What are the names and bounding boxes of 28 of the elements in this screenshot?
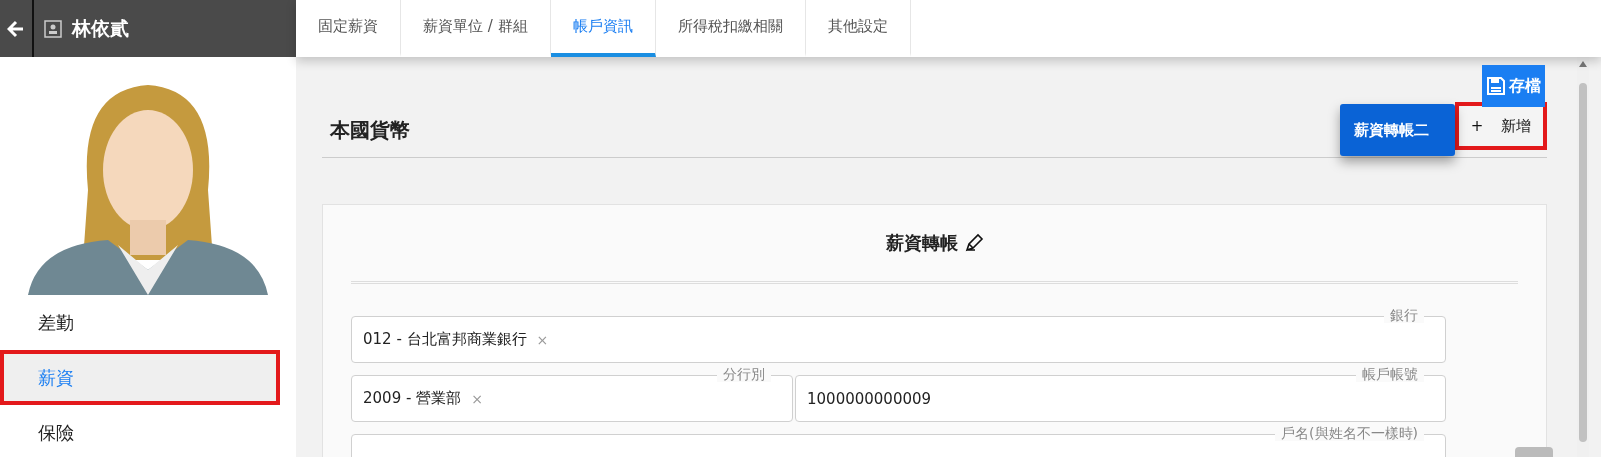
field-value: 2009 - 營業部 (363, 389, 462, 408)
field-label: 銀行 (1384, 307, 1424, 323)
sidebar-item[interactable]: 薪資 (0, 350, 280, 405)
add-button[interactable]: + 新增 (1455, 102, 1547, 150)
tab[interactable]: 固定薪資 (296, 0, 401, 57)
input-field[interactable]: 帳戶帳號 1000000000009 (795, 366, 1446, 422)
field-label: 戶名(與姓名不一樣時) (1275, 425, 1424, 441)
account-tab[interactable]: 薪資轉帳二 (1340, 104, 1455, 156)
scrollbar-thumb[interactable] (1579, 83, 1587, 442)
tab[interactable]: 所得稅扣繳相關 (655, 0, 806, 57)
field-value: 012 - 台北富邦商業銀行 (363, 330, 527, 349)
field-label: 分行別 (717, 366, 771, 382)
tab[interactable]: 帳戶資訊 (550, 0, 656, 57)
tab[interactable]: 薪資單位 / 群組 (401, 0, 551, 57)
save-icon (1486, 76, 1506, 96)
input-field[interactable]: 分行別 2009 - 營業部 × (351, 366, 793, 422)
save-button[interactable]: 存檔 (1482, 65, 1545, 107)
scroll-up-icon (1579, 61, 1587, 67)
field-label: 帳戶帳號 (1356, 366, 1424, 382)
section-title: 本國貨幣 (329, 116, 411, 144)
input-field[interactable]: 銀行 012 - 台北富邦商業銀行 × (351, 307, 1446, 363)
employee-name: 林依貳 (72, 15, 129, 41)
contact-card-icon (44, 19, 62, 38)
tab[interactable]: 其他設定 (805, 0, 911, 57)
field-value: 1000000000009 (807, 389, 932, 408)
back-arrow-icon (7, 19, 25, 38)
card-title: 薪資轉帳 (885, 231, 958, 255)
pencil-icon (963, 233, 984, 253)
